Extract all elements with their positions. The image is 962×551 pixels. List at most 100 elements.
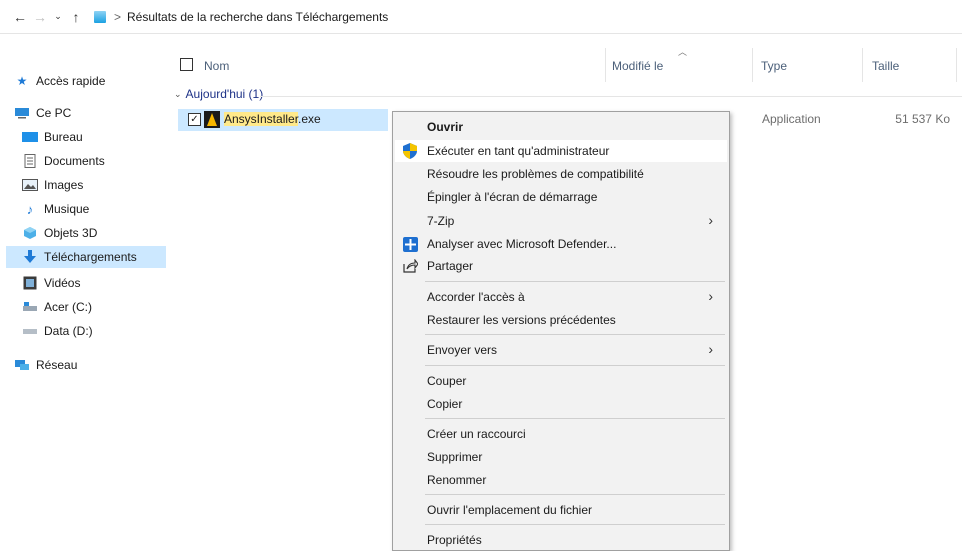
sidebar-item-label: Documents [44,154,105,168]
sidebar-item-label: Réseau [36,358,78,372]
column-size[interactable]: Taille [872,48,899,84]
group-divider [260,96,962,97]
menu-item-label: Accorder l'accès à [427,290,525,304]
menu-separator [425,524,725,525]
context-menu: Ouvrir Exécuter en tant qu'administrateu… [392,111,730,551]
menu-item-copy[interactable]: Copier [395,393,727,415]
videos-icon [22,276,38,290]
uac-shield-icon [402,143,418,159]
breadcrumb[interactable]: Résultats de la recherche dans Télécharg… [127,10,388,24]
search-match-highlight: AnsysInstaller [224,112,299,126]
menu-item-create-shortcut[interactable]: Créer un raccourci [395,423,727,445]
images-icon [22,178,38,192]
recent-locations-button[interactable]: ⌄ [50,5,66,29]
column-divider[interactable] [605,48,606,82]
menu-item-label: Créer un raccourci [427,427,526,441]
menu-item-label: Copier [427,397,463,411]
group-header[interactable]: ⌄ Aujourd'hui (1) [174,87,263,101]
menu-item-give-access[interactable]: Accorder l'accès à › [395,286,727,308]
menu-item-delete[interactable]: Supprimer [395,446,727,468]
menu-item-7zip[interactable]: 7-Zip › [395,210,727,232]
menu-item-troubleshoot[interactable]: Résoudre les problèmes de compatibilité [395,163,727,185]
sidebar-item-label: Téléchargements [44,250,137,264]
menu-separator [425,365,725,366]
chevron-down-icon: ⌄ [174,88,182,99]
submenu-arrow-icon: › [708,288,713,304]
back-button[interactable]: ← [10,5,30,29]
menu-item-defender[interactable]: Analyser avec Microsoft Defender... [395,233,727,255]
menu-item-label: Partager [427,259,474,273]
sidebar-item-network[interactable]: Réseau [6,354,166,376]
menu-item-rename[interactable]: Renommer [395,469,727,491]
sidebar-item-label: Data (D:) [44,324,93,338]
address-bar: ← → ⌄ ↑ > Résultats de la recherche dans… [0,0,962,34]
sidebar-item-label: Vidéos [44,276,81,290]
column-divider[interactable] [752,48,753,82]
sidebar-item-images[interactable]: Images [6,174,166,196]
menu-item-send-to[interactable]: Envoyer vers › [395,339,727,361]
sidebar-item-documents[interactable]: Documents [6,150,166,172]
sidebar-item-label: Musique [44,202,90,216]
menu-item-restore-versions[interactable]: Restaurer les versions précédentes [395,309,727,331]
star-icon: ★ [16,74,28,88]
menu-item-label: Restaurer les versions précédentes [427,313,616,327]
menu-item-label: 7-Zip [427,214,455,228]
column-name[interactable]: Nom [204,48,229,84]
column-type[interactable]: Type [761,48,787,84]
drive-c-icon [22,300,38,314]
menu-item-label: Propriétés [427,533,482,547]
menu-item-label: Ouvrir l'emplacement du fichier [427,503,593,517]
up-button[interactable]: ↑ [66,5,86,29]
forward-button[interactable]: → [30,5,50,29]
menu-item-open-location[interactable]: Ouvrir l'emplacement du fichier [395,499,727,521]
column-divider[interactable] [956,48,957,82]
sidebar-item-music[interactable]: ♪ Musique [6,198,166,220]
group-label: Aujourd'hui (1) [185,87,264,101]
search-results-icon [94,10,106,23]
menu-item-label: Envoyer vers [427,343,498,357]
menu-item-label: Supprimer [427,450,483,464]
column-modified[interactable]: Modifié le [612,48,663,84]
submenu-arrow-icon: › [708,341,713,357]
sidebar-item-desktop[interactable]: Bureau [6,126,166,148]
sidebar-item-label: Objets 3D [44,226,98,240]
column-divider[interactable] [862,48,863,82]
sidebar-item-quick-access[interactable]: ★ Accès rapide [6,70,166,92]
column-header: Nom ︿ Modifié le Type Taille [166,40,962,86]
breadcrumb-chevron-icon[interactable]: > [114,10,121,24]
file-name[interactable]: AnsysInstaller.exe [224,112,321,126]
sidebar-item-label: Bureau [44,130,83,144]
menu-item-label: Renommer [427,473,487,487]
menu-item-run-as-admin[interactable]: Exécuter en tant qu'administrateur [395,140,727,162]
sidebar-item-drive-c[interactable]: Acer (C:) [6,296,166,318]
menu-item-cut[interactable]: Couper [395,370,727,392]
sidebar-item-3d-objects[interactable]: Objets 3D [6,222,166,244]
file-type: Application [762,112,821,126]
menu-item-label: Ouvrir [427,120,464,134]
submenu-arrow-icon: › [708,212,713,228]
sidebar-item-videos[interactable]: Vidéos [6,272,166,294]
sidebar-item-label: Ce PC [36,106,72,120]
sidebar-item-downloads[interactable]: Téléchargements [6,246,166,268]
select-all-checkbox[interactable] [180,58,193,71]
sidebar-item-this-pc[interactable]: Ce PC [6,102,166,124]
menu-separator [425,334,725,335]
music-icon: ♪ [26,201,34,217]
menu-item-open[interactable]: Ouvrir [395,116,727,138]
documents-icon [22,154,38,168]
3d-objects-icon [22,226,38,240]
file-checkbox[interactable]: ✓ [188,113,201,126]
menu-separator [425,494,725,495]
menu-item-properties[interactable]: Propriétés [395,529,727,551]
navigation-pane: ★ Accès rapide Ce PC Bureau Documents Im… [0,34,166,551]
share-icon [402,258,418,274]
defender-icon [402,236,418,252]
menu-separator [425,281,725,282]
menu-separator [425,418,725,419]
sidebar-item-drive-d[interactable]: Data (D:) [6,320,166,342]
sidebar-item-label: Acer (C:) [44,300,92,314]
menu-item-pin-start[interactable]: Épingler à l'écran de démarrage [395,186,727,208]
sort-ascending-icon: ︿ [678,47,688,57]
menu-item-label: Analyser avec Microsoft Defender... [427,237,617,251]
menu-item-share[interactable]: Partager [395,255,727,277]
